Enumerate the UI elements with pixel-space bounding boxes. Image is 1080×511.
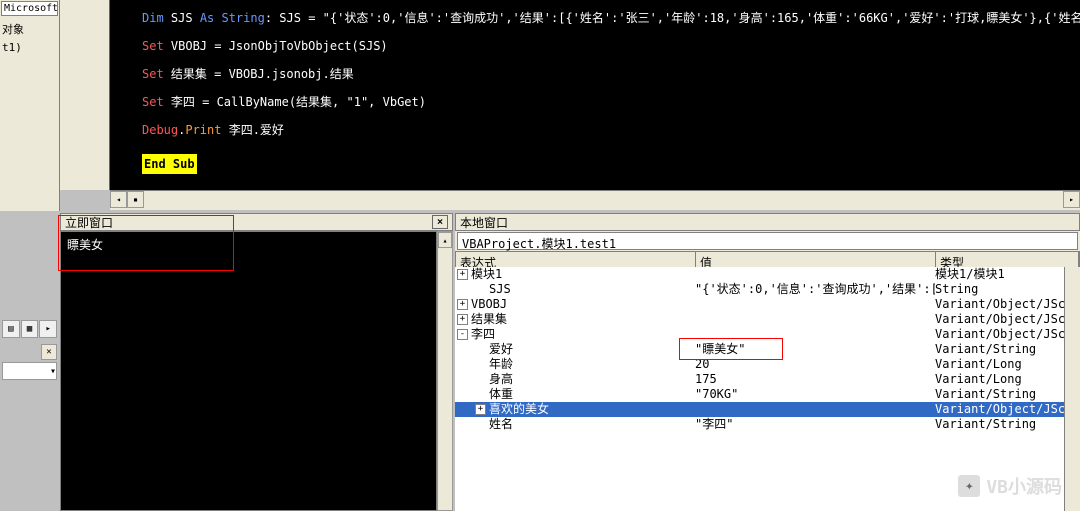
wechat-icon: ✦ [958,475,980,497]
code-text: 结果集 = VBOBJ.jsonobj.结果 [164,67,354,81]
scroll-track[interactable] [144,191,1063,210]
locals-type: 模块1/模块1 [935,267,1064,282]
view-code-button[interactable]: ▤ [2,320,20,338]
locals-type: Variant/String [935,387,1064,402]
locals-expr: 爱好 [489,342,513,356]
code-editor[interactable]: Dim SJS As String: SJS = "{'状态':0,'信息':'… [110,0,1080,190]
toggle-folders-button[interactable]: ▸ [39,320,57,338]
annotation-highlight [58,215,234,271]
locals-expr: 年龄 [489,357,513,371]
locals-value [695,297,935,312]
scroll-right-button[interactable]: ▸ [1063,191,1080,208]
locals-type: Variant/Long [935,372,1064,387]
locals-type: Variant/String [935,417,1064,432]
locals-window: 本地窗口 VBAProject.模块1.test1 表达式 值 类型 +模块1模… [455,213,1080,511]
locals-row[interactable]: +结果集 Variant/Object/JScriptTypeIn [455,312,1064,327]
locals-expr: 结果集 [471,312,507,326]
scroll-mode-button[interactable]: ▪ [127,191,144,208]
locals-type: Variant/Object/JScriptTypeIn [935,402,1064,417]
locals-expr: 身高 [489,372,513,386]
tree-toggle-icon[interactable]: - [457,329,468,340]
locals-type: String [935,282,1064,297]
code-kw-print: Print [185,123,221,137]
locals-row[interactable]: 姓名 "李四"Variant/String [455,417,1064,432]
locals-type: Variant/Long [935,357,1064,372]
project-close-button[interactable]: ✕ [41,344,57,360]
locals-expr: 喜欢的美女 [489,402,549,416]
code-kw-dim: Dim [142,11,164,25]
code-end-sub: End Sub [142,154,197,174]
code-kw-set: Set [142,39,164,53]
code-kw-set: Set [142,67,164,81]
locals-row[interactable]: +喜欢的美女 Variant/Object/JScriptTypeIn [455,402,1064,417]
locals-type: Variant/String [935,342,1064,357]
locals-type: Variant/Object/JScriptTypeIn [935,312,1064,327]
locals-type: Variant/Object/JScriptTypeIn [935,297,1064,312]
view-object-button[interactable]: ▦ [21,320,39,338]
locals-vscrollbar[interactable] [1064,267,1080,511]
locals-value [695,312,935,327]
code-text: : SJS = "{'状态':0,'信息':'查询成功','结果':[{'姓名'… [265,11,1080,25]
locals-row[interactable]: SJS "{'状态':0,'信息':'查询成功','结果':[{'姓名':'张St… [455,282,1064,297]
locals-value [695,402,935,417]
locals-row[interactable]: +VBOBJ Variant/Object/JScriptTypeIn [455,297,1064,312]
locals-title: 本地窗口 [460,214,508,231]
immediate-window: 立即窗口 × 瞟美女 ▴ [60,213,453,511]
code-text: 李四 = CallByName(结果集, "1", VbGet) [164,95,426,109]
locals-expr: 体重 [489,387,513,401]
immediate-close-button[interactable]: × [432,215,448,229]
project-sub-label: t1) [0,41,59,58]
locals-value: "{'状态':0,'信息':'查询成功','结果':[{'姓名':'张 [695,282,935,297]
project-toolbar: Microsoft Exc 对象 t1) ▤ ▦ ▸ ✕ ▾ [0,0,60,211]
code-var: SJS [164,11,200,25]
locals-value: "李四" [695,417,935,432]
tree-toggle-icon[interactable]: + [457,299,468,310]
locals-expr: 姓名 [489,417,513,431]
properties-dropdown[interactable]: ▾ [2,362,57,380]
project-object-label: 对象 [0,17,59,41]
tree-toggle-icon[interactable]: + [475,404,486,415]
locals-type: Variant/Object/JScriptTypeIn [935,327,1064,342]
scroll-left-button[interactable]: ◂ [110,191,127,208]
locals-row[interactable]: 体重 "70KG"Variant/String [455,387,1064,402]
code-hscrollbar[interactable]: ◂ ▪ ▸ [110,190,1080,210]
code-kw-set: Set [142,95,164,109]
locals-expr: 模块1 [471,267,502,281]
annotation-highlight-value [679,338,783,360]
locals-row[interactable]: 身高 175Variant/Long [455,372,1064,387]
locals-value [695,267,935,282]
app-title-fragment: Microsoft Exc [1,1,58,16]
locals-context[interactable]: VBAProject.模块1.test1 [457,232,1078,250]
code-text: VBOBJ = JsonObjToVbObject(SJS) [164,39,388,53]
locals-expr: VBOBJ [471,297,507,311]
watermark: ✦ VB小源码 [958,473,1062,499]
code-kw-debug: Debug [142,123,178,137]
tree-toggle-icon[interactable]: + [457,269,468,280]
watermark-text: VB小源码 [986,473,1062,499]
locals-expr: 李四 [471,327,495,341]
tree-toggle-icon[interactable]: + [457,314,468,325]
code-text: 李四.爱好 [221,123,283,137]
code-frame-left [60,0,110,190]
locals-value: 175 [695,372,935,387]
scroll-up-button[interactable]: ▴ [438,232,452,248]
locals-value: "70KG" [695,387,935,402]
immediate-content[interactable]: 瞟美女 [60,231,437,511]
immediate-vscrollbar[interactable]: ▴ [437,231,453,511]
code-kw-string: As String [200,11,265,25]
locals-row[interactable]: +模块1 模块1/模块1 [455,267,1064,282]
locals-expr: SJS [489,282,511,296]
